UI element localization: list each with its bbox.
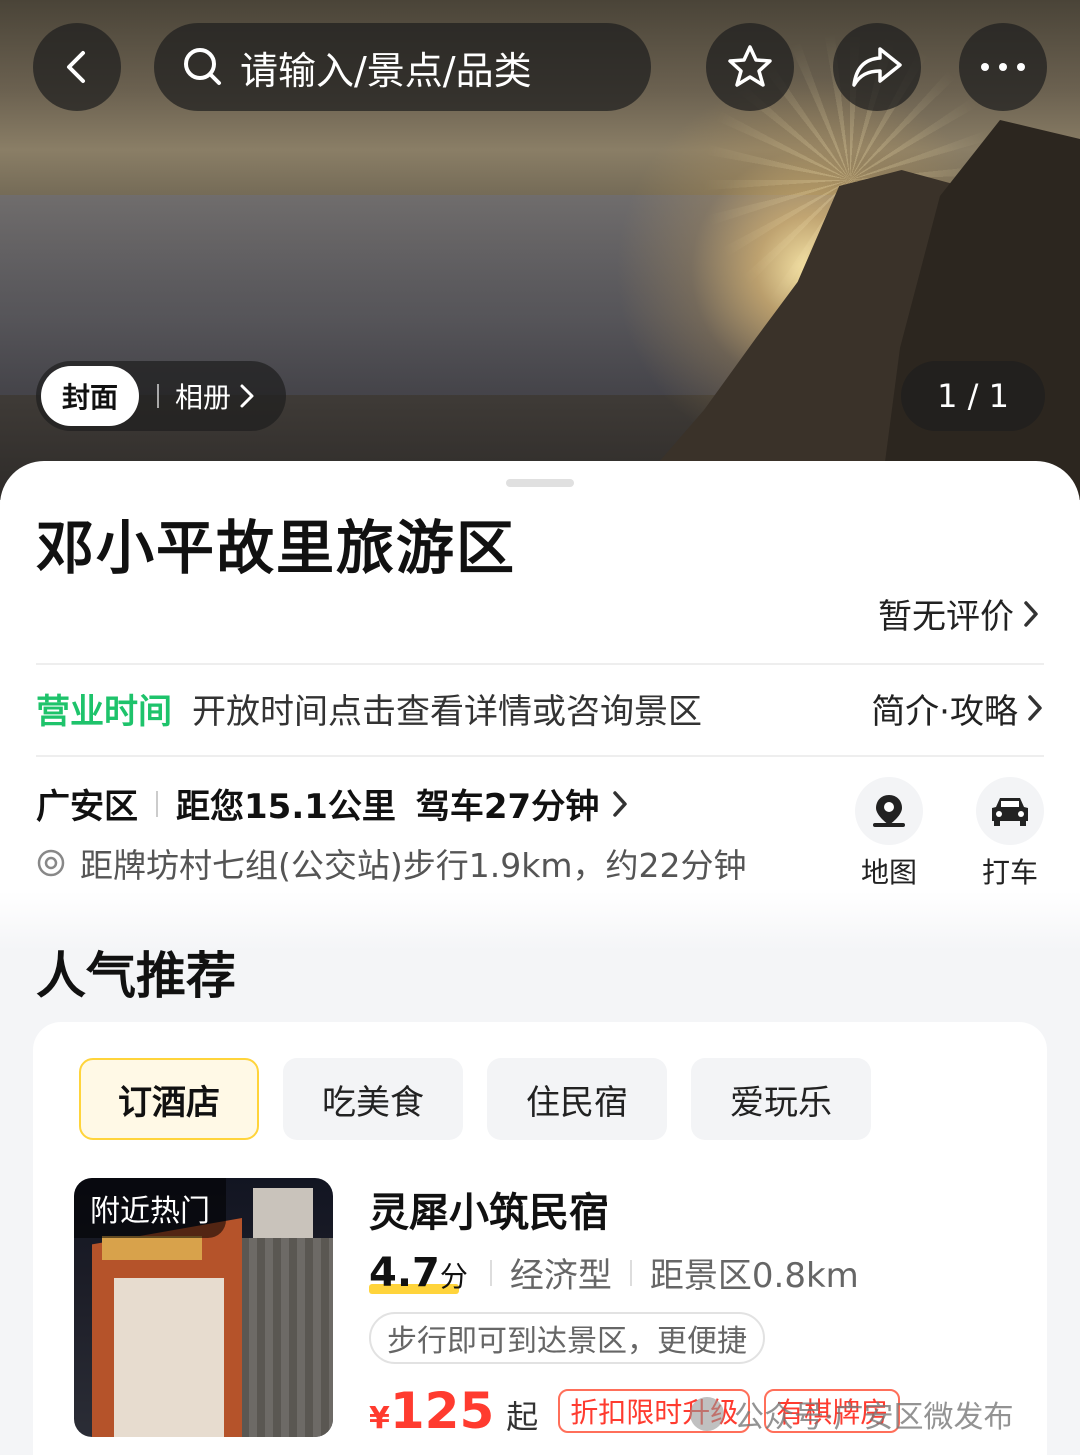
district: 广安区	[36, 787, 138, 827]
album-label: 相册	[175, 381, 232, 414]
star-icon	[728, 45, 772, 87]
divider	[156, 790, 158, 817]
address-text: 距牌坊村七组(公交站)步行1.9km，约22分钟	[80, 846, 747, 885]
watermark: 公众号·广安区微发布	[690, 1392, 1014, 1436]
search-placeholder: 请输入/景点/品类	[240, 48, 532, 93]
reviews-label: 暂无评价	[878, 597, 1014, 637]
divider	[629, 1259, 632, 1286]
chevron-right-icon	[240, 384, 254, 408]
info-sheet: 邓小平故里旅游区 暂无评价 营业时间 开放时间点击查看详情或咨询景区 简介·攻略…	[0, 461, 1080, 951]
intro-label: 简介·攻略	[871, 691, 1018, 732]
currency-symbol: ¥	[369, 1401, 390, 1436]
hotel-image[interactable]: 附近热门	[74, 1178, 333, 1437]
hours-label: 营业时间	[36, 691, 172, 732]
gate-interior	[114, 1278, 224, 1437]
wechat-icon	[690, 1397, 724, 1431]
chevron-right-icon	[613, 790, 627, 817]
back-icon	[67, 51, 85, 83]
watermark-text: 公众号·广安区微发布	[734, 1400, 1014, 1435]
share-icon	[852, 47, 902, 87]
map-button[interactable]: 地图	[854, 777, 924, 891]
intro-guide-link[interactable]: 简介·攻略	[871, 684, 1044, 733]
reviews-link[interactable]: 暂无评价	[878, 589, 1040, 638]
chevron-right-icon	[1028, 695, 1042, 721]
taxi-icon-wrap	[976, 777, 1044, 845]
divider	[36, 663, 1044, 665]
location-pin-icon	[37, 849, 65, 877]
chevron-right-icon	[1024, 600, 1038, 627]
drag-handle[interactable]	[506, 479, 574, 487]
more-icon	[981, 63, 1025, 71]
tab-hotel[interactable]: 订酒店	[79, 1058, 259, 1140]
map-pin-icon	[873, 795, 905, 827]
favorite-button[interactable]	[706, 23, 794, 111]
recommend-tabs: 订酒店 吃美食 住民宿 爱玩乐	[79, 1058, 895, 1140]
price-suffix: 起	[506, 1398, 539, 1436]
drive-time: 驾车27分钟	[415, 787, 600, 827]
back-button[interactable]	[33, 23, 121, 111]
hot-badge: 附近热门	[74, 1178, 226, 1238]
page-title: 邓小平故里旅游区	[36, 514, 517, 582]
car-icon	[992, 798, 1028, 826]
top-bar: 请输入/景点/品类	[0, 23, 1080, 111]
divider	[489, 1259, 492, 1286]
tab-fun[interactable]: 爱玩乐	[691, 1058, 871, 1140]
tab-cover[interactable]: 封面	[41, 366, 139, 426]
shop-sign	[102, 1236, 202, 1260]
divider	[36, 755, 1044, 757]
distance: 距您15.1公里	[176, 787, 396, 827]
brick-wall	[233, 1238, 333, 1437]
search-input[interactable]: 请输入/景点/品类	[154, 23, 651, 111]
map-icon-wrap	[855, 777, 923, 845]
score-unit: 分	[439, 1259, 468, 1293]
share-button[interactable]	[833, 23, 921, 111]
gallery-switch: 封面 相册	[36, 361, 286, 431]
address-row[interactable]: 距牌坊村七组(公交站)步行1.9km，约22分钟	[36, 839, 746, 887]
price-value: 125	[389, 1382, 495, 1440]
hero-image[interactable]: 请输入/景点/品类 封面 相册 1 / 1	[0, 0, 1080, 500]
hours-row[interactable]: 营业时间 开放时间点击查看详情或咨询景区 简介·攻略	[36, 683, 1044, 733]
more-button[interactable]	[959, 23, 1047, 111]
hotel-category: 经济型	[509, 1256, 612, 1296]
map-label: 地图	[860, 856, 917, 889]
hotel-distance: 距景区0.8km	[649, 1256, 859, 1296]
search-icon	[184, 48, 221, 85]
section-title: 人气推荐	[36, 947, 236, 1005]
taxi-button[interactable]: 打车	[975, 777, 1045, 891]
recommend-card: 订酒店 吃美食 住民宿 爱玩乐 附近热门 灵犀小筑民宿 4.7 分 经济型 距景…	[33, 1022, 1047, 1455]
hotel-meta: 4.7 分 经济型 距景区0.8km	[369, 1248, 859, 1297]
tab-food[interactable]: 吃美食	[283, 1058, 463, 1140]
hotel-score: 4.7 分	[369, 1250, 472, 1296]
taxi-label: 打车	[981, 856, 1038, 889]
score-value: 4.7	[369, 1249, 440, 1296]
hotel-tag: 步行即可到达景区，更便捷	[369, 1312, 765, 1364]
hours-text: 开放时间点击查看详情或咨询景区	[192, 691, 702, 732]
divider	[157, 384, 159, 408]
location-row[interactable]: 广安区 距您15.1公里 驾车27分钟	[36, 779, 629, 828]
tab-homestay[interactable]: 住民宿	[487, 1058, 667, 1140]
tab-album[interactable]: 相册	[175, 376, 255, 416]
image-counter: 1 / 1	[901, 361, 1045, 431]
hotel-name[interactable]: 灵犀小筑民宿	[369, 1180, 609, 1238]
